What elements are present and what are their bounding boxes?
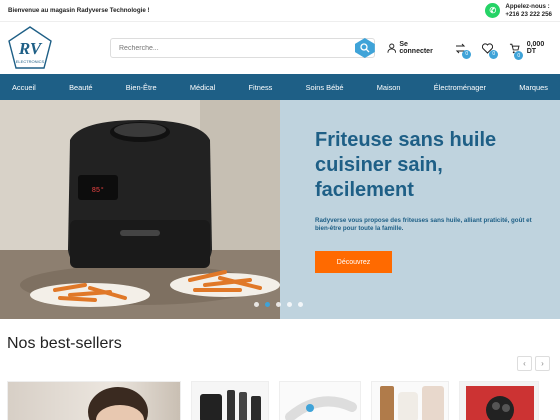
nav-item-marques[interactable]: Marques bbox=[519, 83, 548, 92]
hero-content: Friteuse sans huile cuisiner sain, facil… bbox=[280, 100, 560, 319]
product-carousel bbox=[7, 381, 539, 420]
wishlist-button[interactable]: 0 bbox=[482, 42, 499, 59]
hero-title-line-1: Friteuse sans huile bbox=[315, 129, 497, 151]
carousel-dot-4[interactable] bbox=[287, 302, 292, 307]
bestsellers-section: Nos best-sellers ‹ › bbox=[0, 319, 560, 420]
nav-item-soins-bebe[interactable]: Soins Bébé bbox=[306, 83, 344, 92]
carousel-dot-5[interactable] bbox=[298, 302, 303, 307]
fryer-display-reading: 85° bbox=[92, 186, 105, 195]
phone-number[interactable]: +216 23 222 256 bbox=[505, 11, 552, 19]
product-card[interactable] bbox=[191, 381, 269, 420]
main-nav: Accueil Beauté Bien-Être Médical Fitness… bbox=[0, 74, 560, 100]
logo-tagline: ELECTRONICS bbox=[16, 59, 45, 64]
carousel-dot-1[interactable] bbox=[254, 302, 259, 307]
nav-item-fitness[interactable]: Fitness bbox=[249, 83, 273, 92]
top-bar: Bienvenue au magasin Radyverse Technolog… bbox=[0, 0, 560, 22]
header: RV ELECTRONICS Se connecter 0 0 0 0,000 … bbox=[0, 22, 560, 74]
hero-description: Radyverse vous propose des friteuses san… bbox=[315, 217, 532, 232]
hero-title-line-2: cuisiner sain, bbox=[315, 154, 443, 176]
login-label: Se connecter bbox=[399, 41, 433, 55]
search-bar bbox=[110, 38, 375, 58]
carousel-dots bbox=[254, 302, 303, 307]
nav-item-medical[interactable]: Médical bbox=[190, 83, 215, 92]
product-card[interactable] bbox=[279, 381, 361, 420]
login-link[interactable]: Se connecter bbox=[387, 41, 441, 55]
site-logo[interactable]: RV ELECTRONICS bbox=[6, 25, 54, 71]
hero-slider: 85° Friteuse sans huile cuisiner sain, f… bbox=[0, 100, 560, 319]
compare-count: 0 bbox=[462, 49, 472, 59]
phone-contact[interactable]: ✆ Appelez-nous : +216 23 222 256 bbox=[485, 3, 552, 19]
whatsapp-icon[interactable]: ✆ bbox=[485, 3, 501, 18]
product-card[interactable] bbox=[371, 381, 449, 420]
compare-button[interactable]: 0 bbox=[455, 43, 472, 59]
call-label: Appelez-nous : bbox=[505, 2, 550, 10]
wishlist-count: 0 bbox=[489, 49, 499, 59]
search-input[interactable] bbox=[111, 39, 355, 57]
nav-item-beaute[interactable]: Beauté bbox=[69, 83, 92, 92]
next-arrow-button[interactable]: › bbox=[535, 356, 550, 371]
nav-item-electromenager[interactable]: Électroménager bbox=[434, 83, 486, 92]
carousel-dot-3[interactable] bbox=[276, 302, 281, 307]
hero-title: Friteuse sans huile cuisiner sain, facil… bbox=[315, 128, 560, 203]
discover-button[interactable]: Découvrez bbox=[315, 251, 392, 273]
cart-button[interactable]: 0 0,000 DT bbox=[509, 41, 554, 60]
search-button[interactable] bbox=[354, 38, 375, 58]
bestsellers-title: Nos best-sellers bbox=[7, 335, 122, 352]
user-icon bbox=[387, 43, 396, 53]
product-card[interactable] bbox=[459, 381, 539, 420]
search-icon bbox=[360, 43, 370, 53]
nav-item-bien-etre[interactable]: Bien-Être bbox=[126, 83, 157, 92]
logo-initials: RV bbox=[18, 39, 43, 58]
cart-total: 0,000 DT bbox=[526, 41, 545, 55]
hero-title-line-3: facilement bbox=[315, 179, 414, 201]
header-actions: Se connecter 0 0 0 0,000 DT bbox=[387, 41, 554, 60]
nav-item-maison[interactable]: Maison bbox=[377, 83, 401, 92]
product-card[interactable] bbox=[7, 381, 181, 420]
carousel-dot-2[interactable] bbox=[265, 302, 270, 307]
nav-item-accueil[interactable]: Accueil bbox=[12, 83, 36, 92]
welcome-text: Bienvenue au magasin Radyverse Technolog… bbox=[8, 7, 150, 14]
hero-image-air-fryer: 85° bbox=[0, 100, 280, 319]
cart-count: 0 bbox=[514, 51, 524, 60]
prev-arrow-button[interactable]: ‹ bbox=[517, 356, 532, 371]
